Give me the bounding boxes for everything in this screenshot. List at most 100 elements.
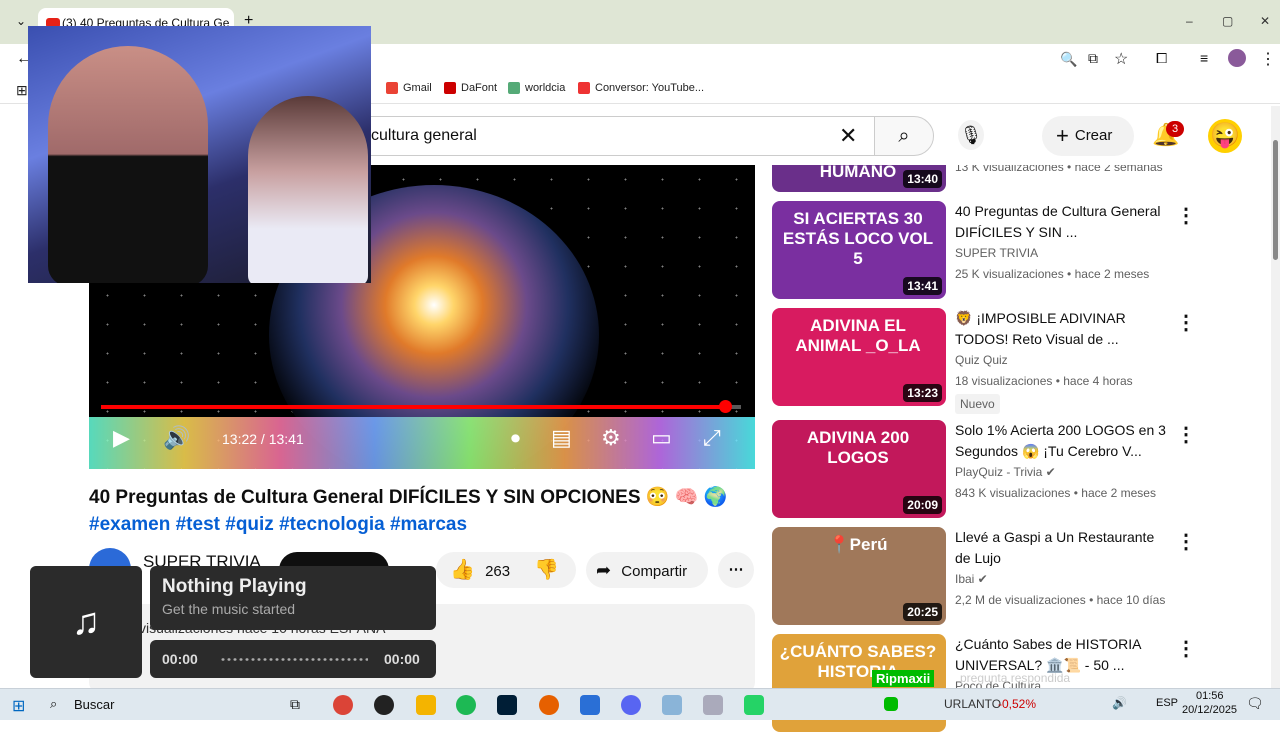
recommendation-title[interactable]: ¿Cuánto Sabes de HISTORIA UNIVERSAL? 🏛️📜… — [955, 634, 1170, 676]
search-input[interactable]: cultura general ✕ — [330, 116, 875, 156]
recommendation-title[interactable]: 40 Preguntas de Cultura General DIFÍCILE… — [955, 201, 1170, 243]
music-time-start: 00:00 — [162, 651, 198, 667]
firefox-taskbar-icon[interactable] — [539, 695, 559, 715]
recommendation-menu-icon[interactable]: ⋮ — [1176, 310, 1196, 335]
progress-scrubber[interactable] — [719, 400, 732, 413]
play-icon[interactable]: ▶ — [113, 425, 130, 451]
extensions-icon[interactable]: ⧠ — [1156, 50, 1167, 67]
thumbs-down-icon[interactable]: 👎 — [534, 552, 559, 588]
recommendation-menu-icon[interactable]: ⋮ — [1176, 422, 1196, 447]
share-arrow-icon: ➦ — [596, 560, 612, 580]
taskbar-search-icon[interactable]: ⌕ — [50, 696, 57, 712]
taskbar-search-label[interactable]: Buscar — [74, 697, 114, 712]
recommendation-thumbnail[interactable]: ADIVINA EL ANIMAL _O_LA 13:23 — [772, 308, 946, 406]
account-avatar[interactable]: 😜 — [1208, 119, 1242, 153]
minimize-button[interactable]: – — [1186, 14, 1193, 28]
more-actions-button[interactable]: ⋯ — [718, 552, 754, 588]
bookmark-gmail[interactable]: Gmail — [386, 82, 432, 94]
kick-taskbar-icon[interactable] — [884, 697, 898, 711]
volume-tray-icon[interactable]: 🔊 — [1112, 696, 1127, 710]
like-button[interactable]: 👍 263 👎 — [436, 552, 576, 588]
subtitles-icon[interactable]: ▤ — [551, 425, 572, 451]
clock-time[interactable]: 01:56 — [1196, 690, 1224, 702]
profile-avatar[interactable] — [1228, 49, 1246, 67]
bookmark-dafont[interactable]: DaFont — [444, 82, 497, 94]
bookmark-worldcia[interactable]: worldcia — [508, 82, 565, 94]
create-button[interactable]: + Crear — [1042, 116, 1134, 156]
recommendation-meta: 843 K visualizaciones • hace 2 meses — [955, 486, 1156, 500]
bookmark-star-icon[interactable]: ☆ — [1114, 49, 1128, 69]
recommendation-title[interactable]: 🦁 ¡IMPOSIBLE ADIVINAR TODOS! Reto Visual… — [955, 308, 1170, 350]
autoplay-toggle-icon[interactable]: ⏺ — [511, 428, 520, 449]
language-indicator[interactable]: ESP — [1156, 697, 1178, 709]
close-window-button[interactable]: ✕ — [1260, 14, 1270, 28]
photoshop-taskbar-icon[interactable] — [497, 695, 517, 715]
recommendation-channel[interactable]: Quiz Quiz — [955, 353, 1008, 367]
music-time-end: 00:00 — [384, 651, 420, 667]
thumbnail-text: 📍Perú — [828, 535, 888, 554]
volume-icon[interactable]: 🔊 — [163, 425, 190, 451]
install-icon[interactable]: ⧉ — [1088, 50, 1098, 67]
search-button[interactable]: ⌕ — [874, 116, 934, 156]
chrome-taskbar-icon[interactable] — [333, 695, 353, 715]
notification-count-badge: 3 — [1166, 121, 1184, 137]
windows-start-icon[interactable]: ⊞ — [12, 696, 25, 716]
recommendation-channel[interactable]: PlayQuiz - Trivia ✔ — [955, 465, 1056, 479]
recommendation-thumbnail[interactable]: 📍Perú 20:25 — [772, 527, 946, 625]
notification-center-icon[interactable]: 🗨 — [1246, 695, 1264, 712]
thumbnail-text: ADIVINA EL ANIMAL _O_LA — [795, 316, 921, 355]
app2-taskbar-icon[interactable] — [703, 695, 723, 715]
recommendation-meta: 2,2 M de visualizaciones • hace 10 días — [955, 593, 1166, 607]
media-controls-icon[interactable]: ≡ — [1200, 50, 1208, 66]
recommendation-title[interactable]: Solo 1% Acierta 200 LOGOS en 3 Segundos … — [955, 420, 1170, 462]
recommendation-menu-icon[interactable]: ⋮ — [1176, 203, 1196, 228]
recommendation-channel[interactable]: Ibai ✔ — [955, 572, 988, 586]
player-time: 13:22 / 13:41 — [222, 431, 304, 447]
apps-grid-icon[interactable]: ⊞ — [16, 82, 28, 99]
video-hashtags[interactable]: #examen #test #quiz #tecnologia #marcas — [89, 514, 467, 536]
task-view-icon[interactable]: ⧉ — [290, 696, 300, 713]
progress-bar[interactable] — [101, 400, 741, 413]
music-widget: ♫ Nothing Playing Get the music started … — [30, 566, 436, 690]
settings-gear-icon[interactable]: ⚙ — [601, 425, 621, 451]
clock-date[interactable]: 20/12/2025 — [1182, 704, 1237, 716]
recommendation-thumbnail[interactable]: ADIVINA 200 LOGOS 20:09 — [772, 420, 946, 518]
share-button[interactable]: ➦ Compartir — [586, 552, 708, 588]
duration-badge: 20:09 — [903, 496, 942, 514]
recommendation-menu-icon[interactable]: ⋮ — [1176, 529, 1196, 554]
recommendation-channel[interactable]: SUPER TRIVIA — [955, 246, 1038, 260]
bookmark-conversor[interactable]: Conversor: YouTube... — [578, 82, 704, 94]
tab-list-chevron-icon[interactable]: ⌄ — [16, 14, 26, 28]
thumbs-up-icon: 👍 — [450, 559, 475, 581]
music-note-icon: ♫ — [30, 566, 142, 678]
theater-mode-icon[interactable]: ▭ — [651, 425, 672, 451]
recommendation-item[interactable]: 📍Perú 20:25 Llevé a Gaspi a Un Restauran… — [772, 527, 1212, 625]
maximize-button[interactable]: ▢ — [1222, 14, 1233, 28]
recommendation-item[interactable]: ADIVINA EL ANIMAL _O_LA 13:23 🦁 ¡IMPOSIB… — [772, 308, 1212, 414]
zoom-icon[interactable]: 🔍 — [1060, 51, 1077, 68]
spotify-taskbar-icon[interactable] — [456, 695, 476, 715]
clear-search-icon[interactable]: ✕ — [839, 123, 857, 149]
recommendation-thumbnail[interactable]: SI ACIERTAS 30 ESTÁS LOCO VOL 5 13:41 — [772, 201, 946, 299]
opera-taskbar-icon[interactable] — [374, 695, 394, 715]
discord-taskbar-icon[interactable] — [621, 695, 641, 715]
music-info-panel: Nothing Playing Get the music started — [150, 566, 436, 630]
whatsapp-taskbar-icon[interactable] — [744, 695, 764, 715]
thumbnail-text: ADIVINA 200 LOGOS — [806, 428, 910, 467]
store-taskbar-icon[interactable] — [580, 695, 600, 715]
recommendation-title[interactable]: Llevé a Gaspi a Un Restaurante de Lujo — [955, 527, 1170, 569]
music-progress-dots — [220, 657, 368, 662]
fullscreen-icon[interactable]: ⤢ — [703, 425, 721, 451]
recommendation-menu-icon[interactable]: ⋮ — [1176, 636, 1196, 661]
app-taskbar-icon[interactable] — [662, 695, 682, 715]
recommendation-item[interactable]: ADIVINA 200 LOGOS 20:09 Solo 1% Acierta … — [772, 420, 1212, 518]
music-title: Nothing Playing — [162, 576, 307, 597]
menu-kebab-icon[interactable]: ⋮ — [1260, 49, 1276, 69]
voice-search-icon[interactable]: 🎙 — [958, 120, 984, 150]
page-scrollbar-thumb[interactable] — [1273, 140, 1278, 260]
recommendation-item[interactable]: SI ACIERTAS 30 ESTÁS LOCO VOL 5 13:41 40… — [772, 201, 1212, 299]
progress-fill — [101, 405, 725, 409]
duration-badge: 13:41 — [903, 277, 942, 295]
explorer-taskbar-icon[interactable] — [416, 695, 436, 715]
webcam-person-left — [48, 46, 208, 283]
